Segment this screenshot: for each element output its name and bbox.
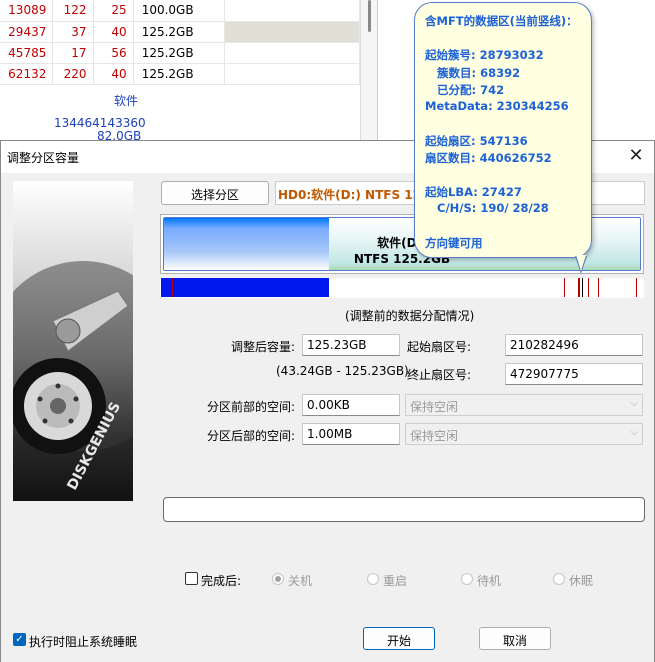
table-cell [224, 0, 361, 22]
table-cell: 45785 [0, 42, 54, 64]
dialog-title: 调整分区容量 [7, 151, 80, 165]
restart-radio[interactable] [367, 573, 379, 585]
shutdown-radio[interactable] [272, 573, 284, 585]
adjusted-size-label: 调整后容量: [231, 340, 296, 354]
hibernate-label: 休眠 [569, 574, 594, 588]
tooltip-chs: C/H/S: 190/ 28/28 [437, 201, 549, 215]
table-cell [224, 21, 361, 43]
data-allocation-map[interactable] [160, 278, 644, 298]
cancel-button[interactable]: 取消 [479, 627, 551, 650]
tooltip-start-lba: 起始LBA: 27427 [425, 185, 522, 199]
table-cell: 125.2GB [133, 21, 225, 43]
after-done-label: 完成后: [201, 574, 242, 588]
hibernate-radio[interactable] [553, 573, 565, 585]
total-bytes-value: 134464143360 [54, 116, 146, 130]
table-row[interactable]: 62132 220 40 125.2GB [0, 63, 361, 85]
map-marker [564, 278, 565, 297]
table-cell: 37 [52, 21, 94, 43]
map-marker [578, 278, 580, 297]
shutdown-label: 关机 [288, 574, 313, 588]
table-row[interactable]: 13089 122 25 100.0GB [0, 0, 361, 22]
vertical-scrollbar[interactable] [360, 0, 377, 145]
table-cell: 100.0GB [133, 0, 225, 22]
select-partition-button[interactable]: 选择分区 [161, 181, 269, 205]
before-space-select[interactable]: 保持空闲 ⌵ [405, 394, 643, 416]
close-icon[interactable]: ✕ [626, 147, 646, 167]
after-space-select[interactable]: 保持空闲 ⌵ [405, 423, 643, 445]
scrollbar-thumb[interactable] [368, 0, 371, 32]
tooltip-tail-inner [576, 255, 586, 271]
map-marker [172, 278, 173, 297]
end-sector-label: 终止扇区号: [407, 368, 472, 382]
start-button[interactable]: 开始 [363, 627, 435, 650]
chevron-down-icon: ⌵ [630, 427, 638, 438]
partition-name-label: 软件 [114, 94, 139, 108]
tooltip-hint: 方向键可用 [425, 236, 483, 250]
before-space-input[interactable]: 0.00KB [302, 394, 400, 416]
prevent-sleep-checkbox[interactable]: ✓ [13, 633, 26, 646]
table-cell: 62132 [0, 63, 54, 85]
pane-divider [377, 0, 378, 145]
current-position-marker [582, 278, 583, 297]
hard-disk-icon: DISKGENIUS [13, 261, 133, 493]
table-cell [224, 63, 361, 85]
tooltip-allocated: 已分配: 742 [437, 83, 505, 97]
table-cell: 13089 [0, 0, 54, 22]
table-row[interactable]: 45785 17 56 125.2GB [0, 42, 361, 64]
standby-label: 待机 [477, 574, 502, 588]
table-cell: 25 [93, 0, 134, 22]
chevron-down-icon: ⌵ [630, 398, 638, 409]
table-cell: 40 [93, 63, 134, 85]
tooltip-title: 含MFT的数据区(当前竖线)： [425, 14, 578, 28]
after-done-checkbox[interactable] [185, 572, 198, 585]
adjusted-size-input[interactable]: 125.23GB [302, 334, 400, 356]
before-space-option: 保持空闲 [410, 400, 459, 414]
map-caption: (调整前的数据分配情况) [345, 309, 475, 323]
standby-radio[interactable] [461, 573, 473, 585]
tooltip-start-sector: 起始扇区: 547136 [425, 134, 528, 148]
table-cell: 56 [93, 42, 134, 64]
after-space-input[interactable]: 1.00MB [302, 423, 400, 445]
allocated-region [161, 278, 329, 297]
table-cell: 29437 [0, 21, 54, 43]
table-cell: 122 [52, 0, 94, 22]
tooltip-start-cluster: 起始簇号: 28793032 [425, 48, 544, 62]
prevent-sleep-label: 执行时阻止系统睡眠 [29, 635, 138, 649]
after-space-label: 分区后部的空间: [207, 429, 296, 443]
table-cell: 125.2GB [133, 63, 225, 85]
progress-bar [163, 497, 645, 522]
tooltip-sector-count: 扇区数目: 440626752 [425, 151, 552, 165]
partition-table: 13089 122 25 100.0GB 29437 37 40 125.2GB… [0, 0, 361, 85]
table-cell: 40 [93, 21, 134, 43]
table-cell: 220 [52, 63, 94, 85]
size-range-text: (43.24GB - 125.23GB) [276, 364, 409, 378]
tooltip-metadata: MetaData: 230344256 [425, 99, 569, 113]
restart-label: 重启 [383, 574, 408, 588]
diskgenius-logo-image: DISKGENIUS [13, 181, 133, 501]
table-cell: 125.2GB [133, 42, 225, 64]
tooltip-cluster-count: 簇数目: 68392 [437, 66, 521, 80]
before-space-label: 分区前部的空间: [207, 400, 296, 414]
table-cell [224, 42, 361, 64]
map-marker [588, 278, 589, 297]
table-cell: 17 [52, 42, 94, 64]
table-row[interactable]: 29437 37 40 125.2GB [0, 21, 361, 43]
after-space-option: 保持空闲 [410, 429, 459, 443]
mft-info-tooltip: 含MFT的数据区(当前竖线)： 起始簇号: 28793032 簇数目: 6839… [414, 2, 592, 274]
start-sector-input[interactable]: 210282496 [505, 334, 643, 356]
start-sector-label: 起始扇区号: [407, 340, 472, 354]
end-sector-input[interactable]: 472907775 [505, 363, 643, 385]
map-marker [636, 278, 637, 297]
map-marker [598, 278, 599, 297]
